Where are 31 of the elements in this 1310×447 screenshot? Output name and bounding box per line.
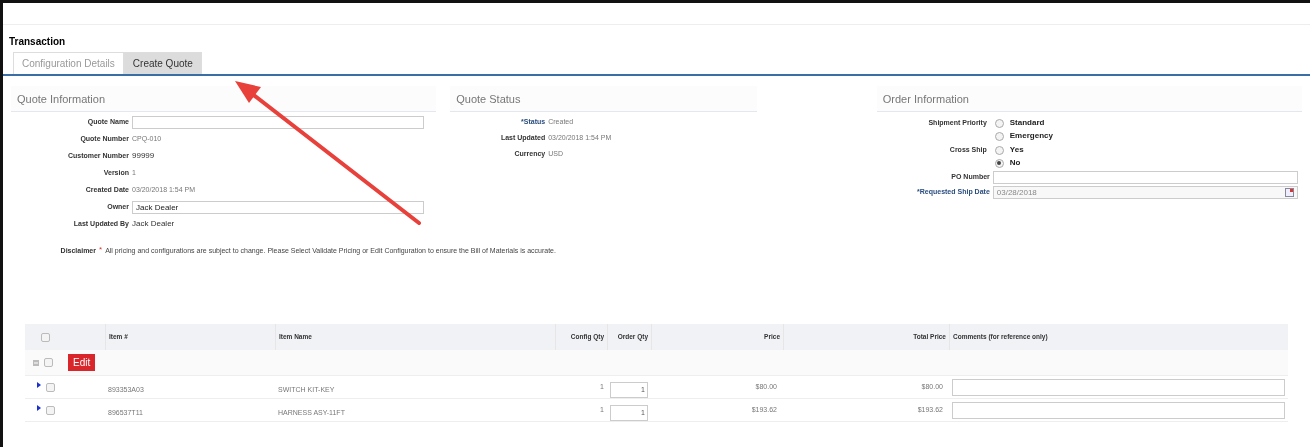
comment-field[interactable]	[952, 378, 1285, 396]
radio-button[interactable]	[994, 118, 1004, 128]
text-field[interactable]	[132, 115, 424, 129]
radio-button[interactable]	[994, 131, 1004, 141]
section-title: Quote Information	[17, 93, 106, 105]
radio-button[interactable]	[994, 158, 1004, 168]
radio-label: Yes	[1009, 144, 1024, 156]
date-field[interactable]: 03/28/2018	[992, 186, 1298, 199]
radio-label: Standard	[1009, 117, 1045, 129]
text-field[interactable]	[992, 171, 1298, 184]
radio-label: Emergency	[1009, 130, 1053, 142]
collapse-icon[interactable]	[33, 359, 39, 366]
comment-field[interactable]	[952, 401, 1285, 419]
field-value: Jack Dealer	[132, 218, 175, 230]
field-value: 99999	[132, 150, 155, 162]
tab[interactable]: Create Quote	[123, 52, 202, 74]
text-field[interactable]: Jack Dealer	[132, 200, 424, 214]
checkbox[interactable]	[40, 332, 50, 342]
checkbox[interactable]	[46, 405, 55, 415]
calendar-icon[interactable]	[1284, 188, 1294, 197]
page-title: Transaction	[9, 36, 66, 47]
expand-icon[interactable]	[37, 382, 41, 388]
expand-icon[interactable]	[37, 405, 41, 411]
checkbox[interactable]	[44, 358, 53, 367]
required-mark: *	[99, 246, 103, 254]
section-title: Quote Status	[456, 93, 521, 105]
checkbox[interactable]	[46, 382, 55, 392]
radio-button[interactable]	[994, 145, 1004, 155]
section-title: Order Information	[882, 93, 969, 105]
radio-label: No	[1009, 157, 1021, 169]
edit-button[interactable]: Edit	[68, 354, 96, 371]
